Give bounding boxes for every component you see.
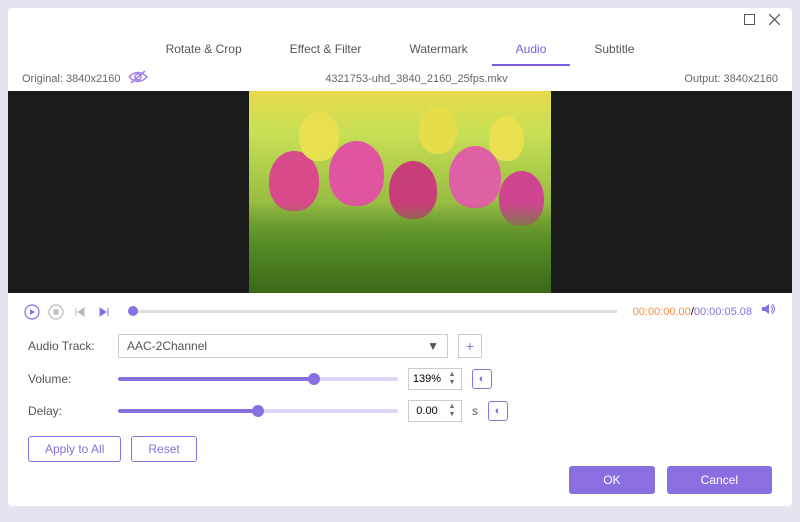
tab-subtitle[interactable]: Subtitle <box>570 34 658 66</box>
delay-down-icon[interactable]: ▼ <box>445 411 459 419</box>
audio-track-value: AAC-2Channel <box>127 339 207 353</box>
volume-label: Volume: <box>28 372 108 386</box>
volume-slider[interactable] <box>118 377 398 381</box>
stop-icon[interactable] <box>48 304 64 320</box>
delay-unit-label: s <box>472 404 478 418</box>
tab-watermark[interactable]: Watermark <box>385 34 491 66</box>
eye-off-icon[interactable] <box>128 70 148 87</box>
delay-label: Delay: <box>28 404 108 418</box>
timeline-thumb[interactable] <box>128 306 138 316</box>
tab-rotate-crop[interactable]: Rotate & Crop <box>142 34 266 66</box>
volume-compare-button[interactable]: ◐ <box>472 369 492 389</box>
apply-to-all-button[interactable]: Apply to All <box>28 436 121 462</box>
play-icon[interactable] <box>24 304 40 320</box>
delay-input[interactable]: ▲▼ <box>408 400 462 422</box>
maximize-icon[interactable] <box>744 12 755 30</box>
info-bar: Original: 3840x2160 4321753-uhd_3840_216… <box>8 66 792 91</box>
ok-button[interactable]: OK <box>569 466 654 494</box>
cancel-button[interactable]: Cancel <box>667 466 772 494</box>
video-thumbnail <box>249 91 551 293</box>
delay-slider[interactable] <box>118 409 398 413</box>
prev-frame-icon[interactable] <box>72 304 88 320</box>
audio-track-label: Audio Track: <box>28 339 108 353</box>
add-track-button[interactable]: + <box>458 334 482 358</box>
filename-label: 4321753-uhd_3840_2160_25fps.mkv <box>325 73 507 85</box>
video-preview <box>8 91 792 293</box>
chevron-down-icon: ▼ <box>427 339 439 353</box>
delay-up-icon[interactable]: ▲ <box>445 403 459 411</box>
volume-icon[interactable] <box>760 301 776 322</box>
playback-controls: 00:00:00.00/00:00:05.08 <box>8 293 792 330</box>
close-icon[interactable] <box>769 12 780 30</box>
reset-button[interactable]: Reset <box>131 436 196 462</box>
volume-slider-thumb[interactable] <box>308 373 320 385</box>
output-resolution-label: Output: 3840x2160 <box>684 73 778 85</box>
time-display: 00:00:00.00/00:00:05.08 <box>633 306 752 318</box>
original-resolution-label: Original: 3840x2160 <box>22 73 120 85</box>
delay-slider-thumb[interactable] <box>252 405 264 417</box>
tab-effect-filter[interactable]: Effect & Filter <box>266 34 386 66</box>
delay-value[interactable] <box>409 405 445 417</box>
volume-input[interactable]: ▲▼ <box>408 368 462 390</box>
audio-track-select[interactable]: AAC-2Channel ▼ <box>118 334 448 358</box>
timeline-slider[interactable] <box>128 310 617 313</box>
volume-up-icon[interactable]: ▲ <box>445 371 459 379</box>
tab-bar: Rotate & Crop Effect & Filter Watermark … <box>8 34 792 66</box>
volume-value[interactable] <box>409 373 445 385</box>
audio-form: Audio Track: AAC-2Channel ▼ + Volume: ▲▼… <box>8 330 792 436</box>
delay-compare-button[interactable]: ◐ <box>488 401 508 421</box>
volume-down-icon[interactable]: ▼ <box>445 379 459 387</box>
tab-audio[interactable]: Audio <box>492 34 571 66</box>
titlebar <box>8 8 792 34</box>
next-frame-icon[interactable] <box>96 304 112 320</box>
